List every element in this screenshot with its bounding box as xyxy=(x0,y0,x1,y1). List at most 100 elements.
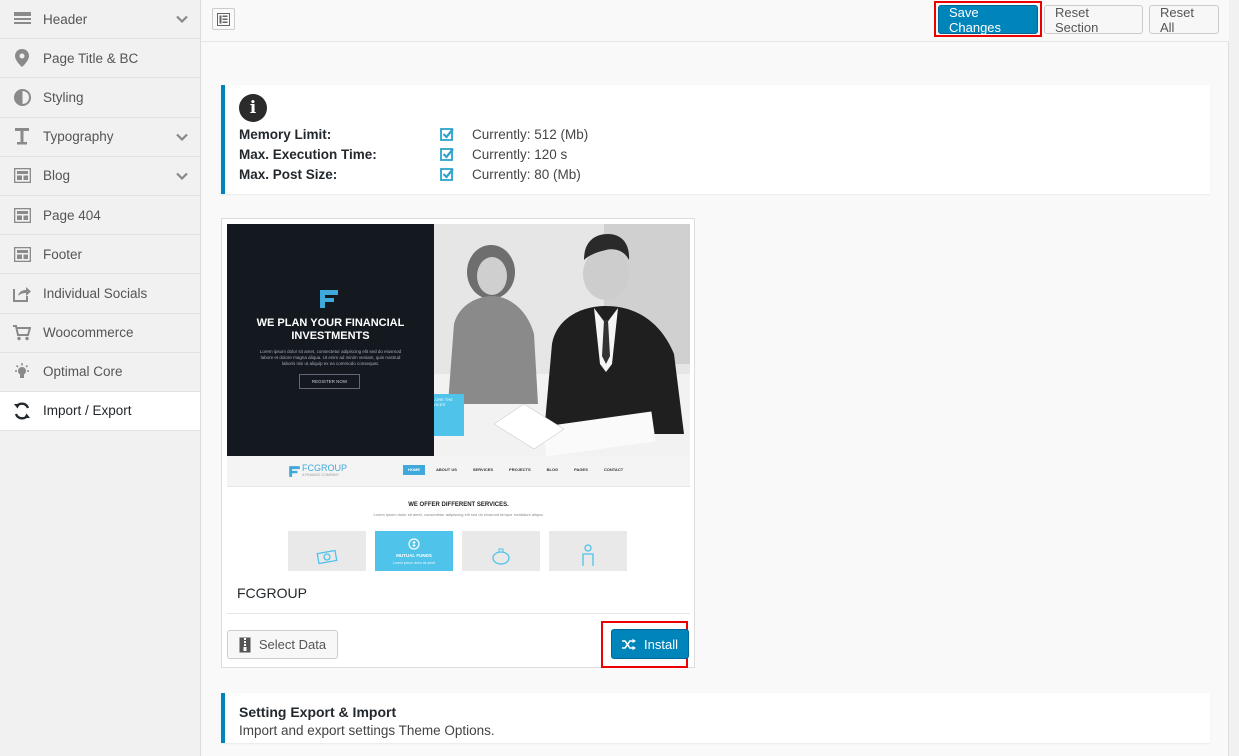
shuffle-icon xyxy=(622,638,637,650)
sidebar-item-label: Page 404 xyxy=(43,207,101,223)
sidebar-item-label: Blog xyxy=(43,168,71,184)
preview-service-tile-featured: MUTUAL FUNDS Lorem ipsum dolor sit amet xyxy=(375,531,453,571)
section-description: Import and export settings Theme Options… xyxy=(239,723,495,738)
preview-service-tile xyxy=(549,531,627,571)
info-row-memory: Memory Limit: Currently: 512 (Mb) xyxy=(239,124,588,144)
map-pin-icon xyxy=(12,48,32,68)
select-data-button[interactable]: Select Data xyxy=(227,630,338,659)
layout-icon xyxy=(12,205,32,225)
piggy-bank-icon xyxy=(492,548,510,565)
reset-all-button[interactable]: Reset All xyxy=(1149,5,1219,35)
demo-card-fcgroup: WE PLAN YOUR FINANCIAL INVESTMENTS Lorem… xyxy=(221,218,695,668)
check-icon xyxy=(440,168,454,181)
sidebar-item-label: Footer xyxy=(43,246,83,262)
sidebar-item-label: Import / Export xyxy=(43,403,132,419)
options-toolbar: Save Changes Reset Section Reset All xyxy=(201,0,1229,42)
text-icon xyxy=(12,127,32,147)
sidebar-item-styling[interactable]: Styling xyxy=(0,78,200,118)
layout-icon xyxy=(12,166,32,186)
preview-services-sub: Lorem ipsum dolor sit amet, consectetur … xyxy=(373,512,544,517)
info-row-post-size: Max. Post Size: Currently: 80 (Mb) xyxy=(239,164,581,184)
preview-nav-item: HOME xyxy=(403,465,425,475)
divider xyxy=(227,613,690,614)
save-changes-button[interactable]: Save Changes xyxy=(938,5,1038,35)
preview-nav-menu: HOME ABOUT US SERVICES PROJECTS BLOG PAG… xyxy=(403,465,628,475)
refresh-icon xyxy=(12,401,32,421)
fcgroup-logo-icon xyxy=(320,290,338,308)
preview-nav-item: CONTACT xyxy=(603,467,624,472)
export-import-section: Setting Export & Import Import and expor… xyxy=(221,693,1210,743)
sidebar-item-label: Individual Socials xyxy=(43,285,148,301)
sidebar-item-label: Optimal Core xyxy=(43,364,123,380)
sidebar-item-individual-socials[interactable]: Individual Socials xyxy=(0,274,200,314)
preview-headline: WE PLAN YOUR FINANCIAL xyxy=(256,317,405,329)
info-value: Currently: 512 (Mb) xyxy=(472,126,589,142)
sidebar-item-optimal-core[interactable]: Optimal Core xyxy=(0,353,200,392)
layout-icon xyxy=(12,244,32,264)
demo-preview-image: WE PLAN YOUR FINANCIAL INVESTMENTS Lorem… xyxy=(227,224,690,571)
preview-nav-item: PROJECTS xyxy=(509,467,531,472)
sidebar-item-label: Woocommerce xyxy=(43,325,134,341)
preview-nav-item: SERVICES xyxy=(472,467,494,472)
contrast-icon xyxy=(12,87,32,107)
preview-nav-item: ABOUT US xyxy=(436,467,457,472)
sidebar-item-label: Header xyxy=(43,11,88,27)
sidebar-item-label: Typography xyxy=(43,129,114,145)
share-icon xyxy=(12,283,32,303)
preview-service-tile xyxy=(288,531,366,571)
sidebar-item-header[interactable]: Header xyxy=(0,0,200,40)
preview-featured-title: MUTUAL FUNDS xyxy=(396,553,432,558)
expand-options-button[interactable] xyxy=(212,8,235,30)
person-icon xyxy=(582,544,594,566)
demo-name: FCGROUP xyxy=(237,585,307,601)
preview-explore-box: EXPLORE THE SERVICES xyxy=(434,394,464,436)
info-label: Memory Limit: xyxy=(239,126,332,142)
preview-nav-item: BLOG xyxy=(546,467,559,472)
preview-services-title: WE OFFER DIFFERENT SERVICES. xyxy=(408,502,509,508)
chevron-down-icon xyxy=(176,133,188,141)
preview-featured-sub: Lorem ipsum dolor sit amet xyxy=(392,561,436,565)
coin-icon xyxy=(408,538,420,550)
lightbulb-icon xyxy=(12,362,32,382)
install-button[interactable]: Install xyxy=(611,629,689,659)
section-title: Setting Export & Import xyxy=(239,704,397,720)
server-info-box: i Memory Limit: Currently: 512 (Mb) Max.… xyxy=(221,85,1210,194)
check-icon xyxy=(440,128,454,141)
sidebar-item-page-404[interactable]: Page 404 xyxy=(0,196,200,236)
preview-logo-sub: A FINANCE COMPANY xyxy=(302,473,339,477)
preview-photo: EXPLORE THE SERVICES xyxy=(434,224,690,456)
sidebar-item-blog[interactable]: Blog xyxy=(0,157,200,196)
sidebar-item-label: Page Title & BC xyxy=(43,50,139,66)
layout-toggle-icon xyxy=(217,12,230,26)
info-icon: i xyxy=(239,94,267,122)
fcgroup-logo-icon xyxy=(289,466,300,477)
sidebar-item-typography[interactable]: Typography xyxy=(0,118,200,157)
business-people-photo xyxy=(434,224,690,456)
header-icon xyxy=(12,9,32,29)
preview-nav-item: PAGES xyxy=(574,467,588,472)
preview-body-text: laboris nisi ut aliquip ex ea commodo co… xyxy=(281,361,380,366)
money-icon xyxy=(316,549,338,565)
options-main-panel: Save Changes Reset Section Reset All i M… xyxy=(201,0,1229,756)
preview-register-button: REGISTER NOW xyxy=(299,374,360,389)
sidebar-item-woocommerce[interactable]: Woocommerce xyxy=(0,314,200,353)
info-value: Currently: 120 s xyxy=(472,146,568,162)
options-sidebar: Header Page Title & BC Styling Typograph… xyxy=(0,0,201,756)
chevron-down-icon xyxy=(176,15,188,24)
sidebar-item-page-title[interactable]: Page Title & BC xyxy=(0,39,200,79)
info-label: Max. Post Size: xyxy=(239,166,338,182)
info-value: Currently: 80 (Mb) xyxy=(472,166,581,182)
sidebar-item-footer[interactable]: Footer xyxy=(0,235,200,275)
reset-section-button[interactable]: Reset Section xyxy=(1044,5,1143,35)
preview-headline: INVESTMENTS xyxy=(291,330,370,342)
sidebar-item-import-export[interactable]: Import / Export xyxy=(0,391,200,432)
info-row-execution-time: Max. Execution Time: Currently: 120 s xyxy=(239,144,567,164)
sidebar-item-label: Styling xyxy=(43,89,84,105)
cart-icon xyxy=(12,323,32,343)
check-icon xyxy=(440,148,454,161)
chevron-down-icon xyxy=(176,172,188,180)
preview-nav: FCGROUP A FINANCE COMPANY HOME ABOUT US … xyxy=(227,456,690,487)
info-label: Max. Execution Time: xyxy=(239,146,377,162)
preview-service-tile xyxy=(462,531,540,571)
file-zip-icon xyxy=(239,637,251,652)
